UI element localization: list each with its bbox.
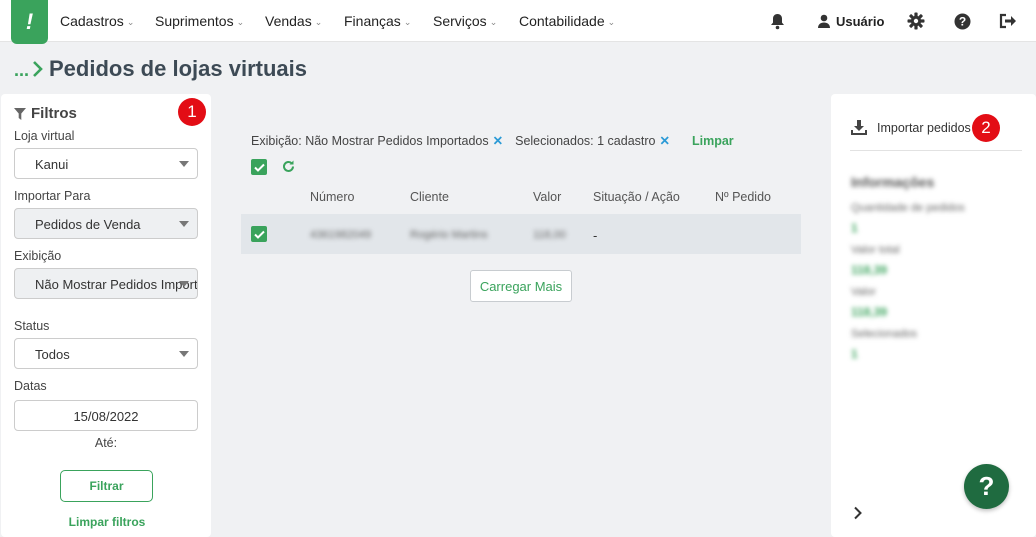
quantidade-label: Quantidade de pedidos [851, 202, 965, 214]
date-from-input[interactable]: 15/08/2022 [14, 400, 198, 431]
limpar-filtros-link[interactable]: Limpar filtros [1, 515, 213, 529]
close-icon[interactable]: ✕ [493, 134, 503, 148]
selecionados-value: 1 [851, 347, 858, 361]
valor-total-value: 118,39 [851, 263, 888, 277]
nav-item-cadastros[interactable]: Cadastros ⌄ [60, 13, 134, 29]
status-select[interactable]: Todos [14, 338, 198, 369]
importar-value: Pedidos de Venda [35, 217, 141, 232]
annotation-badge-2: 2 [972, 114, 1000, 142]
gear-icon[interactable] [906, 11, 926, 31]
filters-panel: Filtros Loja virtual Kanui Importar Para… [1, 94, 211, 537]
status-label: Status [14, 319, 50, 333]
help-chat-button[interactable]: ? [964, 464, 1009, 509]
col-numero: Número [310, 190, 355, 204]
user-name[interactable]: Usuário [836, 14, 884, 29]
bell-icon[interactable] [767, 11, 787, 31]
importar-pedidos-button[interactable]: Importar pedidos [851, 120, 971, 135]
nav-item-financas[interactable]: Finanças ⌄ [344, 13, 411, 29]
chevron-right-icon[interactable] [853, 506, 863, 523]
ate-label: Até: [94, 436, 118, 450]
filter-icon [14, 107, 26, 120]
breadcrumb-ellipsis[interactable]: ... [14, 60, 29, 81]
dropdown-arrow-icon [179, 161, 189, 167]
logo-text: ! [25, 9, 34, 34]
cell-numero: 4361982049 [310, 229, 372, 241]
chevron-right-icon [32, 59, 44, 82]
info-title: Informações [851, 174, 935, 190]
nav-label: Serviços [433, 13, 487, 29]
download-icon [851, 120, 867, 135]
col-cliente: Cliente [410, 190, 449, 204]
quantidade-value: 1 [851, 221, 858, 235]
loja-label: Loja virtual [14, 129, 75, 143]
user-icon[interactable] [814, 11, 834, 31]
carregar-mais-button[interactable]: Carregar Mais [470, 270, 572, 302]
col-pedido: Nº Pedido [715, 190, 771, 204]
dropdown-arrow-icon [179, 221, 189, 227]
dropdown-arrow-icon [179, 351, 189, 357]
valor-total-label: Valor total [851, 244, 900, 256]
help-icon[interactable]: ? [952, 11, 972, 31]
exibicao-value: Não Mostrar Pedidos Importados [35, 277, 198, 292]
check-icon [253, 230, 265, 239]
chevron-down-icon: ⌄ [489, 17, 498, 27]
valor-label: Valor [851, 286, 876, 298]
row-checkbox[interactable] [251, 226, 267, 242]
limpar-link[interactable]: Limpar [692, 134, 734, 148]
cell-situacao: - [593, 228, 598, 243]
filtrar-button[interactable]: Filtrar [60, 470, 153, 502]
dropdown-arrow-icon [179, 281, 189, 287]
nav-label: Cadastros [60, 13, 124, 29]
question-icon: ? [978, 471, 995, 501]
exibicao-select[interactable]: Não Mostrar Pedidos Importados [14, 268, 198, 299]
chevron-down-icon: ⌄ [314, 17, 323, 27]
nav-label: Suprimentos [155, 13, 234, 29]
chip-exibicao: Exibição: Não Mostrar Pedidos Importados [251, 134, 489, 148]
status-value: Todos [35, 347, 70, 362]
close-icon[interactable]: ✕ [659, 134, 669, 148]
loja-select[interactable]: Kanui [14, 148, 198, 179]
active-filters: Exibição: Não Mostrar Pedidos Importados… [251, 133, 734, 148]
check-icon [253, 163, 265, 172]
filters-title-label: Filtros [31, 105, 77, 122]
top-navbar: ! Cadastros ⌄ Suprimentos ⌄ Vendas ⌄ Finanç… [0, 0, 1036, 44]
importar-select[interactable]: Pedidos de Venda [14, 208, 198, 239]
nav-item-suprimentos[interactable]: Suprimentos ⌄ [155, 13, 244, 29]
importar-pedidos-label: Importar pedidos [877, 120, 971, 135]
nav-item-vendas[interactable]: Vendas ⌄ [265, 13, 322, 29]
col-situacao: Situação / Ação [593, 190, 680, 204]
cell-cliente: Rogério Martins [410, 229, 488, 241]
nav-label: Vendas [265, 13, 312, 29]
select-all-checkbox[interactable] [251, 159, 267, 175]
table-row[interactable]: 4361982049 Rogério Martins 118,00 - [241, 214, 801, 254]
app-logo[interactable]: ! [11, 0, 48, 44]
chip-selecionados: Selecionados: 1 cadastro [515, 134, 656, 148]
datas-label: Datas [14, 379, 47, 393]
chevron-down-icon: ⌄ [126, 17, 135, 27]
chevron-down-icon: ⌄ [607, 17, 616, 27]
annotation-badge-1: 1 [178, 98, 206, 126]
svg-text:?: ? [958, 14, 965, 28]
cell-valor: 118,00 [533, 229, 566, 241]
nav-label: Contabilidade [519, 13, 605, 29]
nav-label: Finanças [344, 13, 401, 29]
chevron-down-icon: ⌄ [236, 17, 245, 27]
divider [850, 150, 1022, 151]
nav-item-servicos[interactable]: Serviços ⌄ [433, 13, 497, 29]
valor-value: 118,39 [851, 305, 888, 319]
exibicao-label: Exibição [14, 249, 62, 263]
page-title: Pedidos de lojas virtuais [49, 56, 307, 81]
logout-icon[interactable] [998, 11, 1018, 31]
selecionados-label: Selecionados [851, 328, 918, 340]
loja-value: Kanui [35, 157, 69, 172]
importar-label: Importar Para [14, 189, 91, 203]
col-valor: Valor [533, 190, 562, 204]
nav-item-contabilidade[interactable]: Contabilidade ⌄ [519, 13, 615, 29]
chevron-down-icon: ⌄ [403, 17, 412, 27]
filters-title: Filtros [14, 105, 77, 122]
refresh-icon[interactable] [281, 159, 296, 177]
info-panel: Importar pedidos Informações Quantidade … [831, 94, 1036, 537]
